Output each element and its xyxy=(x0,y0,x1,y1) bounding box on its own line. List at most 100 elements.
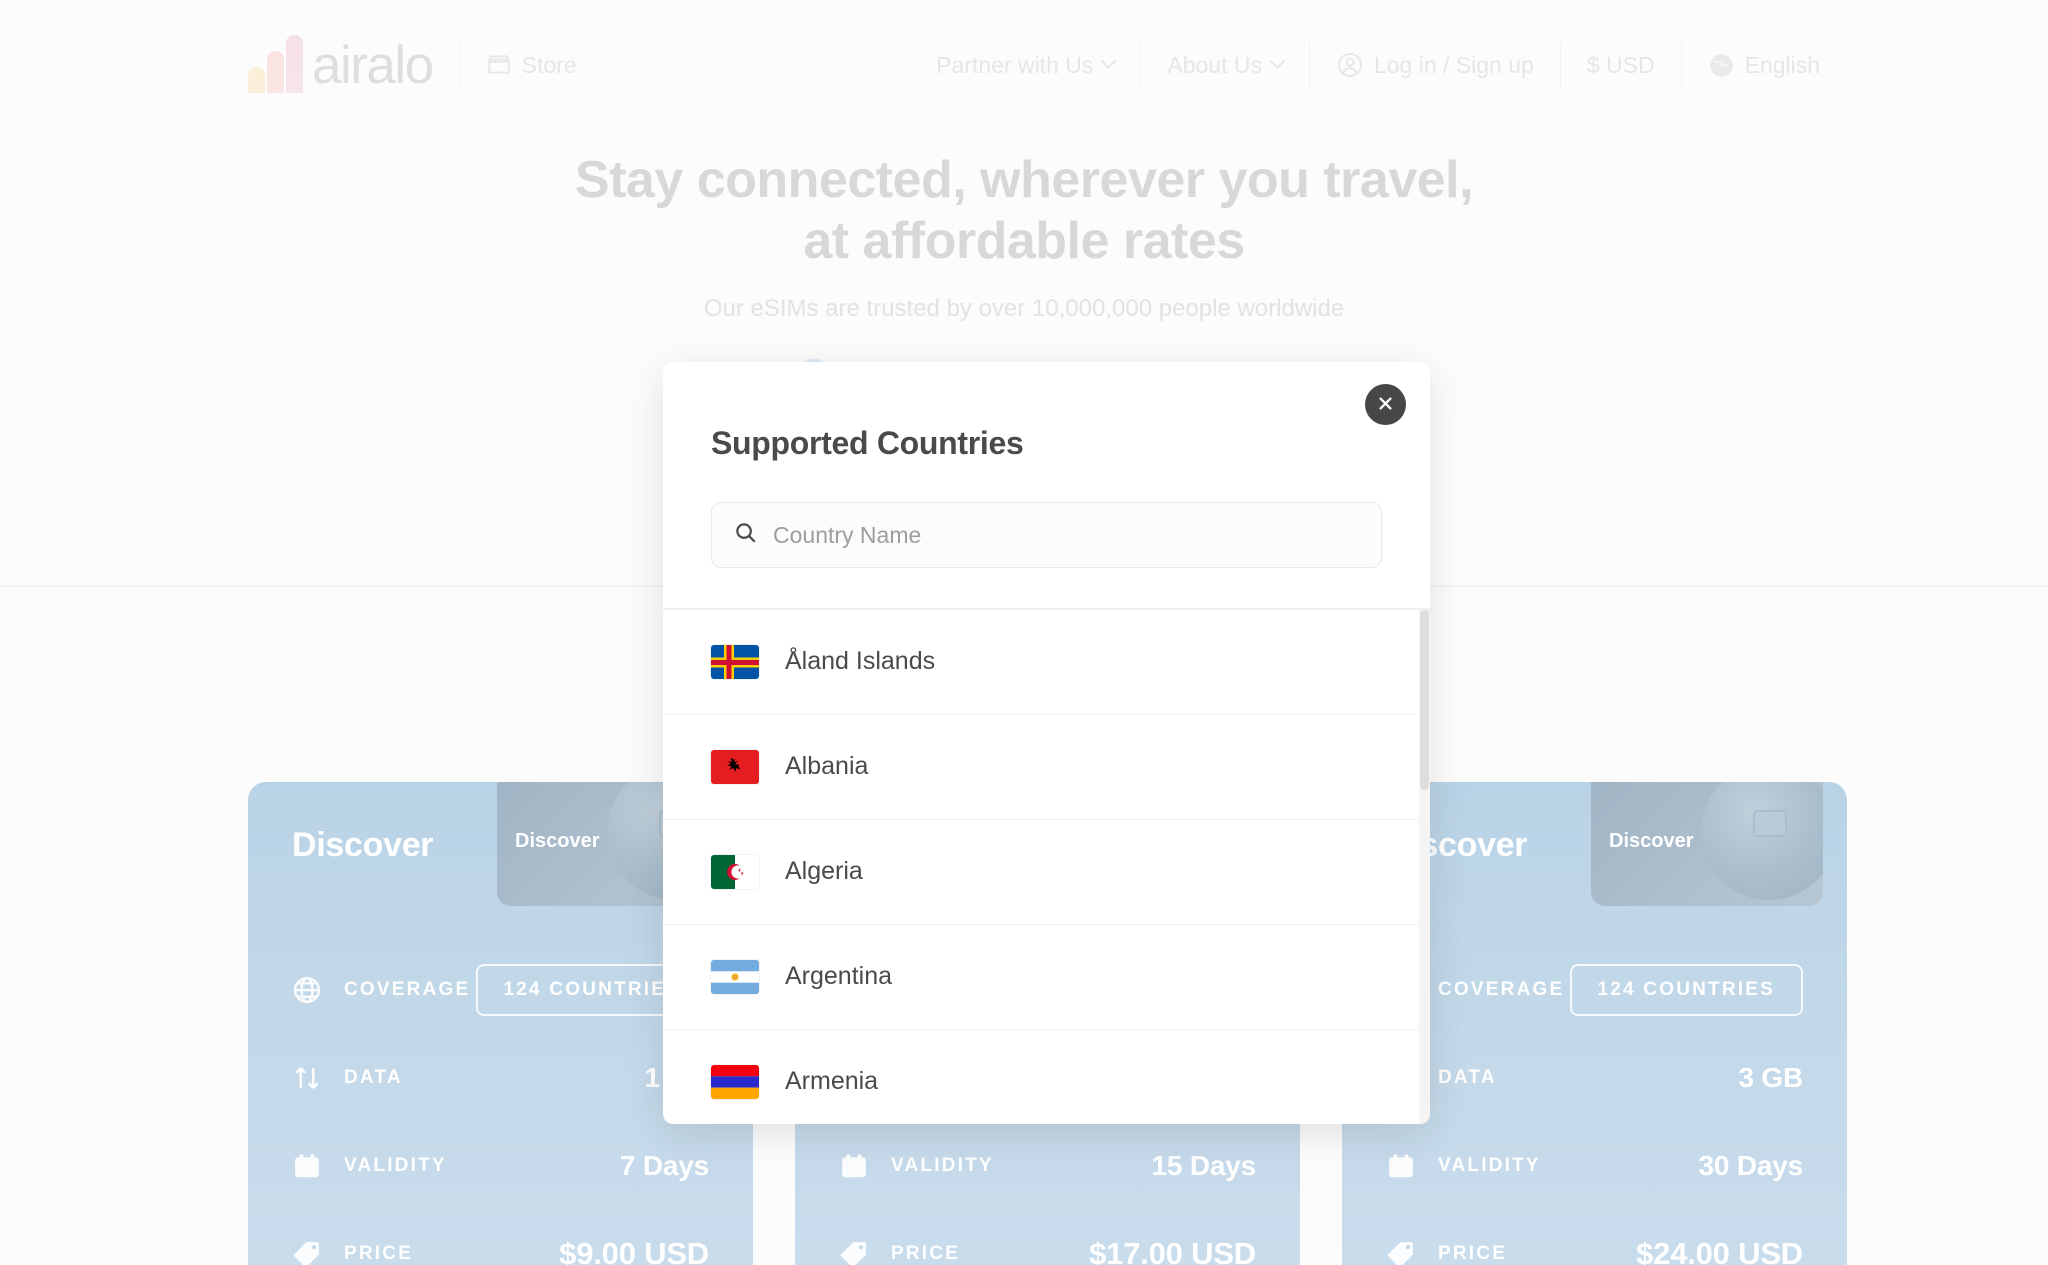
chevron-down-icon xyxy=(1101,52,1117,69)
hero-title-line-2: at affordable rates xyxy=(803,212,1245,271)
calendar-icon xyxy=(292,1151,322,1181)
modal-scrollbar-thumb[interactable] xyxy=(1420,609,1429,790)
header-divider xyxy=(1559,42,1561,88)
country-search-box[interactable] xyxy=(711,502,1382,568)
nav-store-label: Store xyxy=(521,51,577,78)
country-list[interactable]: Åland Islands Albania Algeria Argentina xyxy=(663,609,1430,1125)
hero-title-line-1: Stay connected, wherever you travel, xyxy=(574,151,1474,209)
plan-row-label: DATA xyxy=(1438,1066,1497,1088)
plan-row-label: PRICE xyxy=(891,1242,961,1264)
plan-row-label: COVERAGE xyxy=(344,978,471,1000)
nav-about-us[interactable]: About Us xyxy=(1167,51,1286,79)
modal-title: Supported Countries xyxy=(711,425,1024,461)
price-tag-icon xyxy=(1386,1239,1416,1265)
thumbnail-label: Discover xyxy=(1609,830,1694,852)
plan-row-label: VALIDITY xyxy=(1438,1154,1541,1176)
plan-row-data: DATA 3 GB xyxy=(1386,1045,1803,1110)
aland-islands-flag xyxy=(711,644,759,679)
country-name: Armenia xyxy=(785,1067,879,1095)
thumbnail-label: Discover xyxy=(515,830,600,852)
plan-row-coverage: COVERAGE 124 COUNTRIES xyxy=(292,957,709,1022)
nav-partner-label: Partner with Us xyxy=(936,51,1094,78)
login-signup-button[interactable]: Log in / Sign up xyxy=(1336,51,1534,79)
currency-label: $ USD xyxy=(1586,51,1655,78)
search-icon xyxy=(734,521,757,549)
calendar-icon xyxy=(1386,1151,1416,1181)
country-search-wrap xyxy=(711,502,1382,568)
country-name: Algeria xyxy=(785,857,863,885)
data-transfer-icon xyxy=(292,1063,322,1093)
chevron-down-icon xyxy=(1269,52,1286,69)
language-selector[interactable]: English xyxy=(1708,52,1820,79)
plan-details: COVERAGE 124 COUNTRIES DATA 1 GB VALIDIT… xyxy=(292,957,709,1265)
price-tag-icon xyxy=(292,1239,322,1265)
list-item[interactable]: Algeria xyxy=(663,820,1430,925)
plan-row-data: DATA 1 GB xyxy=(292,1045,709,1110)
armenia-flag xyxy=(711,1064,759,1099)
language-label: English xyxy=(1744,51,1820,78)
price-tag-icon xyxy=(839,1239,869,1265)
airalo-logo-text: airalo xyxy=(312,35,434,95)
nav-partner-with-us[interactable]: Partner with Us xyxy=(936,51,1117,79)
sim-chip-graphic xyxy=(1753,810,1787,837)
argentina-flag xyxy=(711,959,759,994)
country-name: Argentina xyxy=(785,962,893,990)
globe-icon xyxy=(292,975,322,1005)
list-item[interactable]: Armenia xyxy=(663,1030,1430,1125)
currency-selector[interactable]: $ USD xyxy=(1587,52,1655,79)
plan-price-value: $24.00 USD xyxy=(1636,1235,1803,1265)
close-modal-button[interactable] xyxy=(1365,384,1406,425)
albania-flag xyxy=(711,749,759,784)
country-name: Albania xyxy=(785,752,869,780)
plan-row-label: VALIDITY xyxy=(344,1154,447,1176)
plan-row-price: PRICE $17.00 USD xyxy=(839,1221,1256,1265)
plan-row-label: PRICE xyxy=(344,1242,414,1264)
header-divider xyxy=(1680,42,1682,88)
plan-details: COVERAGE 124 COUNTRIES DATA 3 GB VALIDIT… xyxy=(1386,957,1803,1265)
plan-validity-value: 30 Days xyxy=(1698,1149,1804,1181)
plan-row-price: PRICE $24.00 USD xyxy=(1386,1221,1803,1265)
hero-subtitle: Our eSIMs are trusted by over 10,000,000… xyxy=(703,294,1345,322)
header-right-group: Partner with Us About Us Log in / Sign u… xyxy=(936,42,1820,88)
user-circle-icon xyxy=(1336,51,1364,79)
list-item[interactable]: Albania xyxy=(663,715,1430,820)
plan-row-price: PRICE $9.00 USD xyxy=(292,1221,709,1265)
plan-row-validity: VALIDITY 30 Days xyxy=(1386,1133,1803,1198)
search-input[interactable] xyxy=(773,521,1359,549)
plan-validity-value: 15 Days xyxy=(1151,1149,1257,1181)
globe-icon xyxy=(1708,52,1735,79)
header-divider xyxy=(458,42,460,88)
plan-price-value: $17.00 USD xyxy=(1089,1235,1256,1265)
header-divider xyxy=(1308,42,1310,88)
header-divider xyxy=(1140,42,1142,88)
plan-row-label: PRICE xyxy=(1438,1242,1508,1264)
plan-row-label: COVERAGE xyxy=(1438,978,1565,1000)
plan-row-validity: VALIDITY 15 Days xyxy=(839,1133,1256,1198)
airalo-logo-mark xyxy=(248,35,303,93)
storefront-icon xyxy=(486,52,512,78)
list-item[interactable]: Argentina xyxy=(663,925,1430,1030)
page-root: airalo Store Partner with Us About Us Lo… xyxy=(0,0,2048,1265)
close-icon xyxy=(1377,395,1394,415)
plan-price-value: $9.00 USD xyxy=(559,1235,709,1265)
plan-row-coverage: COVERAGE 124 COUNTRIES xyxy=(1386,957,1803,1022)
hero-title: Stay connected, wherever you travel, at … xyxy=(0,150,2048,273)
calendar-icon xyxy=(839,1151,869,1181)
supported-countries-modal: Supported Countries Åland Islands xyxy=(663,362,1430,1124)
modal-scrollbar-track[interactable] xyxy=(1419,609,1430,1124)
coverage-pill: 124 COUNTRIES xyxy=(1569,963,1803,1016)
list-item[interactable]: Åland Islands xyxy=(663,610,1430,715)
airalo-logo[interactable]: airalo xyxy=(248,35,434,96)
globe-graphic xyxy=(1701,782,1823,900)
nav-about-label: About Us xyxy=(1167,51,1262,78)
nav-store[interactable]: Store xyxy=(486,52,577,79)
plan-row-label: VALIDITY xyxy=(891,1154,994,1176)
country-name: Åland Islands xyxy=(785,647,936,675)
plan-row-label: DATA xyxy=(344,1066,403,1088)
algeria-flag xyxy=(711,854,759,889)
plan-data-value: 3 GB xyxy=(1738,1061,1803,1093)
plan-validity-value: 7 Days xyxy=(619,1149,709,1181)
site-header: airalo Store Partner with Us About Us Lo… xyxy=(0,0,2048,130)
plan-row-validity: VALIDITY 7 Days xyxy=(292,1133,709,1198)
plan-card-thumbnail: Discover xyxy=(1591,782,1823,906)
